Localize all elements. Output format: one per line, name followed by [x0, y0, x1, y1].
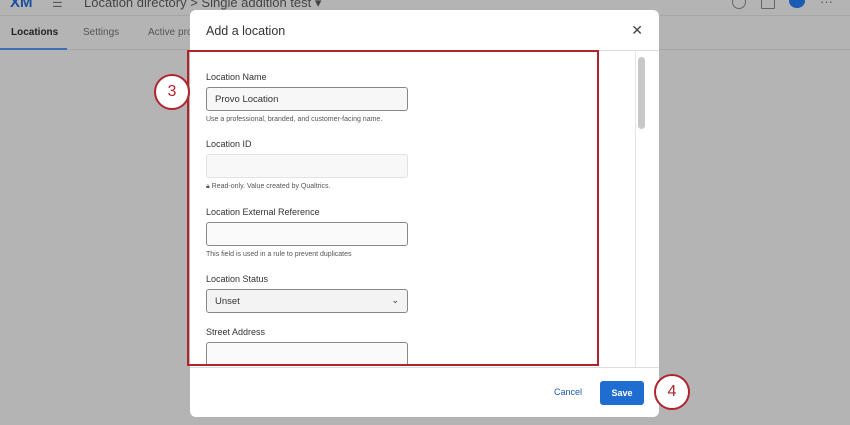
form-highlight-box	[187, 50, 599, 366]
help-icon[interactable]	[732, 0, 746, 9]
xm-logo[interactable]: XM	[10, 0, 33, 11]
menu-icon[interactable]: ☰	[52, 0, 63, 10]
tab-settings[interactable]: Settings	[83, 27, 119, 38]
dialog-title: Add a location	[206, 24, 286, 38]
bell-icon[interactable]	[761, 0, 775, 9]
tab-locations[interactable]: Locations	[11, 27, 58, 38]
tab-active-pro[interactable]: Active pro	[148, 27, 192, 38]
cancel-button[interactable]: Cancel	[554, 387, 582, 397]
save-button[interactable]: Save	[600, 381, 644, 405]
close-icon[interactable]: ✕	[631, 22, 643, 39]
scrollbar-thumb[interactable]	[638, 57, 645, 129]
callout-badge-4: 4	[654, 374, 690, 410]
callout-badge-3: 3	[154, 74, 190, 110]
more-icon[interactable]: ···	[820, 0, 833, 9]
avatar[interactable]	[789, 0, 805, 8]
active-tab-indicator	[0, 48, 67, 50]
scrollbar[interactable]	[635, 51, 647, 367]
